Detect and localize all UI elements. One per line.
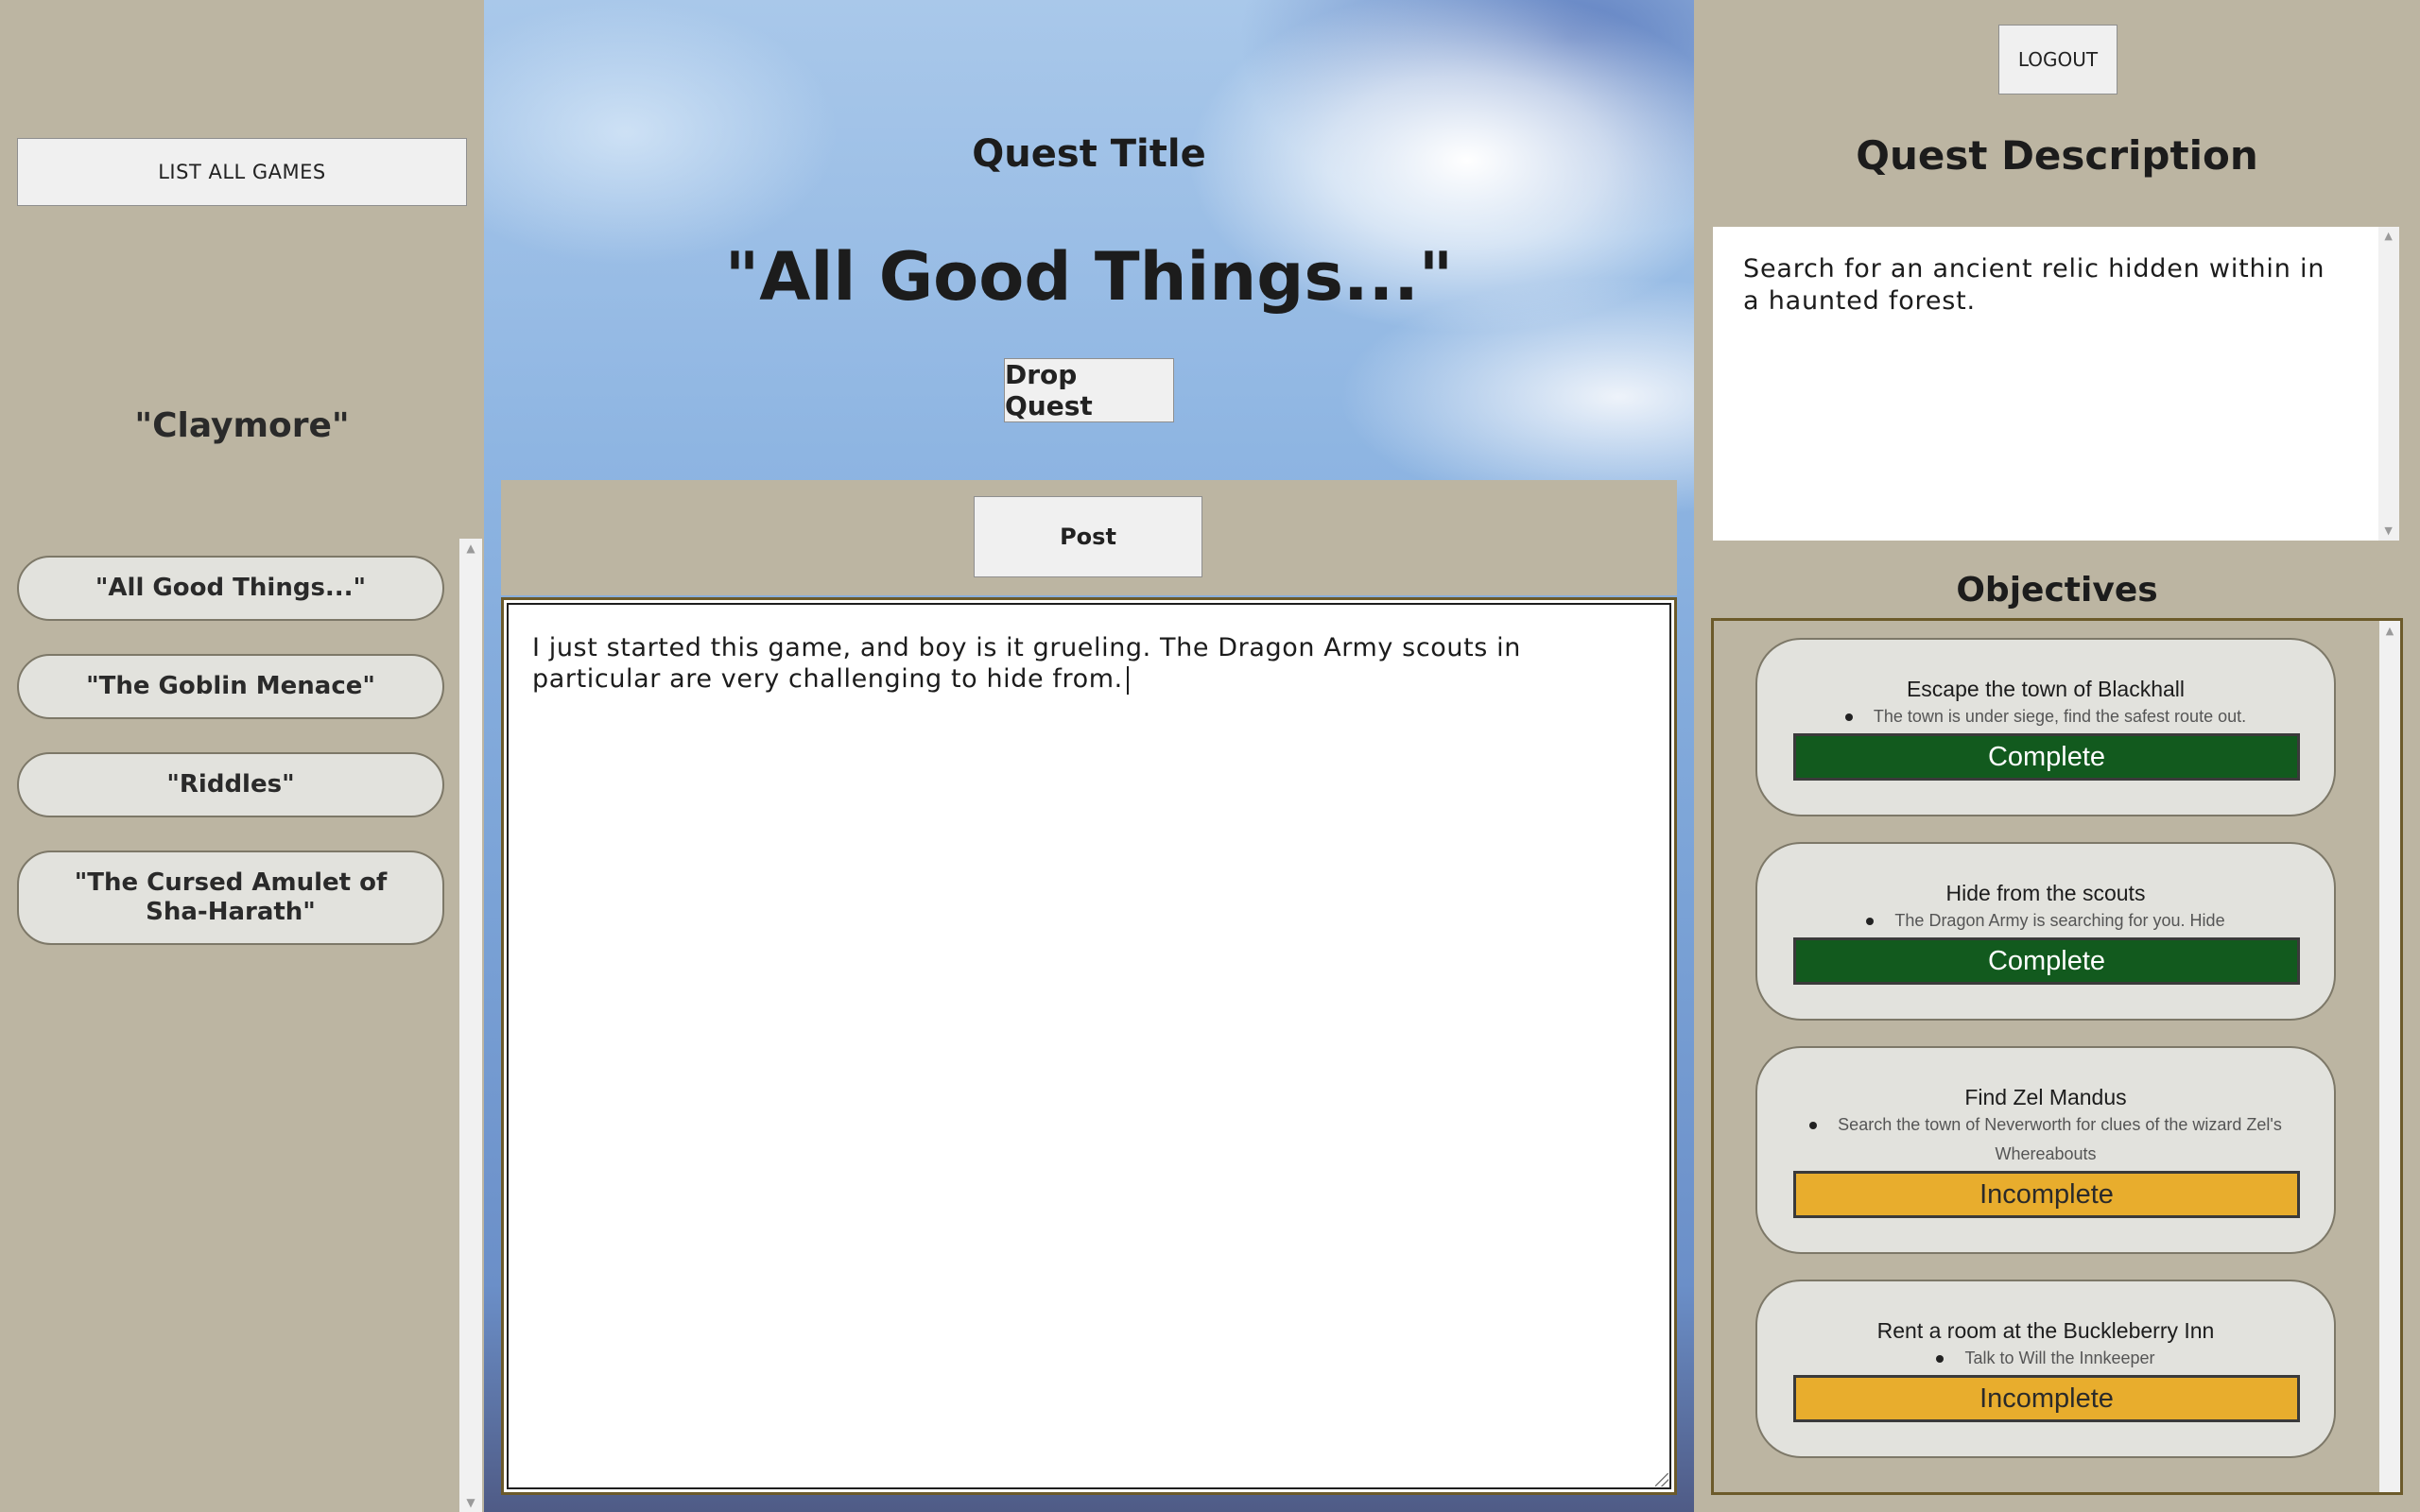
quest-main-panel: Quest Title "All Good Things..." Drop Qu…	[484, 0, 1694, 1512]
post-button[interactable]: Post	[974, 496, 1202, 577]
scroll-down-icon[interactable]: ▼	[459, 1493, 482, 1512]
bullet-icon	[1844, 713, 1853, 722]
resize-handle-icon[interactable]	[1655, 1473, 1668, 1486]
quest-title: "All Good Things..."	[724, 238, 1454, 316]
quest-item-all-good-things[interactable]: "All Good Things..."	[17, 556, 444, 621]
quest-item-riddles[interactable]: "Riddles"	[17, 752, 444, 817]
objectives-heading: Objectives	[1956, 571, 2158, 610]
post-textarea[interactable]: I just started this game, and boy is it …	[501, 597, 1677, 1495]
scroll-up-icon[interactable]: ▲	[2379, 621, 2400, 640]
objective-card: Find Zel Mandus Search the town of Never…	[1755, 1046, 2336, 1254]
quest-item-cursed-amulet[interactable]: "The Cursed Amulet of Sha-Harath"	[17, 850, 444, 945]
bullet-icon	[1809, 1122, 1818, 1130]
scroll-down-icon[interactable]: ▼	[2378, 522, 2399, 541]
scroll-up-icon[interactable]: ▲	[459, 539, 482, 558]
scroll-up-icon[interactable]: ▲	[2378, 227, 2399, 246]
objective-card: Rent a room at the Buckleberry Inn Talk …	[1755, 1280, 2336, 1458]
objective-title: Escape the town of Blackhall	[1906, 677, 2186, 701]
objective-status-button[interactable]: Incomplete	[1793, 1171, 2300, 1218]
post-toolbar: Post	[501, 480, 1677, 595]
objective-status-button[interactable]: Complete	[1793, 733, 2300, 781]
bullet-icon	[1866, 918, 1875, 926]
objective-status-button[interactable]: Incomplete	[1793, 1375, 2300, 1422]
objective-card: Escape the town of Blackhall The town is…	[1755, 638, 2336, 816]
list-all-games-button[interactable]: LIST ALL GAMES	[17, 138, 467, 206]
objective-description: Search the town of Neverworth for clues …	[1793, 1110, 2298, 1169]
objectives-list: Escape the town of Blackhall The town is…	[1755, 638, 2336, 1484]
objective-description-text: Search the town of Neverworth for clues …	[1838, 1115, 2282, 1163]
objective-description: The town is under siege, find the safest…	[1793, 702, 2298, 731]
quest-list: "All Good Things..." "The Goblin Menace"…	[17, 556, 444, 978]
objective-status-button[interactable]: Complete	[1793, 937, 2300, 985]
objective-description-text: The Dragon Army is searching for you. Hi…	[1894, 911, 2225, 930]
objective-description-text: Talk to Will the Innkeeper	[1964, 1349, 2155, 1367]
app-root: LIST ALL GAMES "Claymore" ▲ ▼ "All Good …	[0, 0, 2420, 1512]
objective-title: Rent a room at the Buckleberry Inn	[1876, 1318, 2215, 1343]
bullet-icon	[1936, 1355, 1945, 1364]
objective-title: Find Zel Mandus	[1964, 1085, 2127, 1109]
objective-card: Hide from the scouts The Dragon Army is …	[1755, 842, 2336, 1021]
game-name: "Claymore"	[134, 406, 350, 445]
left-sidebar: LIST ALL GAMES "Claymore" ▲ ▼ "All Good …	[0, 0, 484, 1512]
objective-description: The Dragon Army is searching for you. Hi…	[1793, 906, 2298, 936]
objective-description: Talk to Will the Innkeeper	[1793, 1344, 2298, 1373]
objectives-scrollbar[interactable]: ▲	[2379, 621, 2400, 1492]
description-scrollbar[interactable]: ▲ ▼	[2378, 227, 2399, 541]
drop-quest-button[interactable]: Drop Quest	[1004, 358, 1174, 422]
objective-title: Hide from the scouts	[1945, 881, 2146, 905]
post-text: I just started this game, and boy is it …	[532, 633, 1521, 694]
objectives-panel: ▲ Escape the town of Blackhall The town …	[1711, 618, 2403, 1495]
objective-description-text: The town is under siege, find the safest…	[1873, 707, 2247, 726]
quest-list-scrollbar[interactable]: ▲ ▼	[459, 539, 482, 1512]
quest-description-text: Search for an ancient relic hidden withi…	[1743, 254, 2325, 316]
text-caret	[1126, 665, 1129, 695]
quest-title-heading: Quest Title	[972, 132, 1206, 176]
quest-item-goblin-menace[interactable]: "The Goblin Menace"	[17, 654, 444, 719]
right-sidebar: LOGOUT Quest Description Search for an a…	[1694, 0, 2420, 1512]
logout-button[interactable]: LOGOUT	[1998, 25, 2118, 94]
quest-description-heading: Quest Description	[1856, 132, 2258, 179]
quest-description-box[interactable]: Search for an ancient relic hidden withi…	[1713, 227, 2399, 541]
